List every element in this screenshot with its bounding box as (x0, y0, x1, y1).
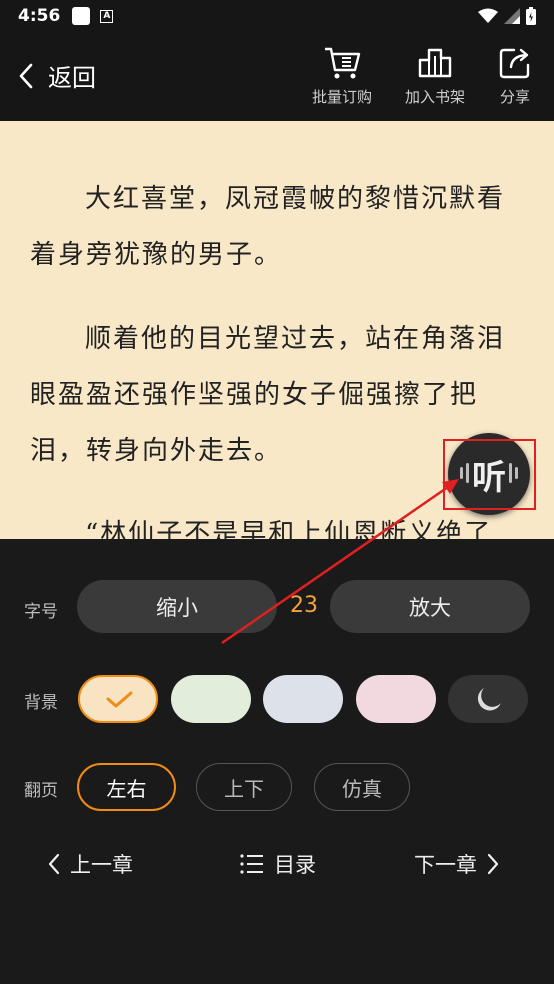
background-label: 背景 (24, 693, 58, 713)
turn-option-simulation[interactable]: 仿真 (314, 763, 410, 811)
share-icon (499, 48, 530, 79)
bg-swatch-blue[interactable] (263, 675, 343, 723)
toc-label: 目录 (274, 853, 316, 877)
moon-icon (477, 688, 501, 711)
share-label: 分享 (499, 88, 530, 106)
enlarge-font-button[interactable]: 放大 (330, 580, 530, 633)
toc-button[interactable]: 目录 (240, 849, 316, 879)
batch-order-label: 批量订购 (312, 88, 373, 106)
prev-chapter-button[interactable]: 上一章 (48, 849, 133, 879)
list-icon (240, 854, 263, 874)
bg-swatch-cream[interactable] (78, 675, 158, 723)
check-icon (106, 691, 133, 708)
paragraph-3: “林仙子不是早和上仙恩断义绝了 (85, 519, 493, 539)
batch-order-button[interactable]: 批量订购 (312, 46, 372, 107)
bg-swatch-night[interactable] (448, 675, 528, 723)
paragraph-1: 大红喜堂，凤冠霞帔的黎惜沉默看着身旁犹豫的男子。 (30, 184, 506, 270)
bg-swatch-pink[interactable] (356, 675, 436, 723)
bookshelf-icon (418, 48, 452, 78)
page-turn-label: 翻页 (24, 781, 58, 801)
chevron-right-icon (487, 853, 499, 875)
next-chapter-label: 下一章 (414, 853, 477, 877)
status-time: 4:56 (18, 6, 61, 26)
reader-settings-panel: 字号 缩小 23 放大 背景 翻页 左右 上下 仿真 上一章 目录 下一章 (0, 539, 554, 984)
shrink-font-button[interactable]: 缩小 (77, 580, 277, 633)
highlight-box (443, 439, 536, 510)
chevron-left-icon (48, 853, 60, 875)
prev-chapter-label: 上一章 (70, 853, 133, 877)
wifi-icon (478, 8, 498, 23)
add-to-shelf-label: 加入书架 (405, 88, 466, 106)
bg-swatch-green[interactable] (171, 675, 251, 723)
font-size-value: 23 (290, 593, 318, 618)
signal-icon (504, 8, 520, 24)
turn-option-vertical[interactable]: 上下 (196, 763, 292, 811)
add-to-shelf-button[interactable]: 加入书架 (405, 46, 465, 107)
chevron-left-icon (19, 63, 33, 88)
font-size-label: 字号 (24, 602, 58, 622)
reader-top-bar: 返回 批量订购 加入书架 分享 (0, 32, 554, 121)
back-button[interactable]: 返回 (18, 58, 96, 93)
notification-icon (72, 7, 91, 25)
battery-icon (526, 7, 536, 25)
a-badge-icon: A (100, 9, 114, 23)
cart-icon (325, 47, 361, 79)
next-chapter-button[interactable]: 下一章 (414, 849, 499, 879)
turn-option-horizontal[interactable]: 左右 (77, 763, 176, 811)
status-bar: 4:56 A (0, 0, 554, 32)
back-label: 返回 (48, 64, 96, 92)
share-button[interactable]: 分享 (498, 46, 532, 107)
